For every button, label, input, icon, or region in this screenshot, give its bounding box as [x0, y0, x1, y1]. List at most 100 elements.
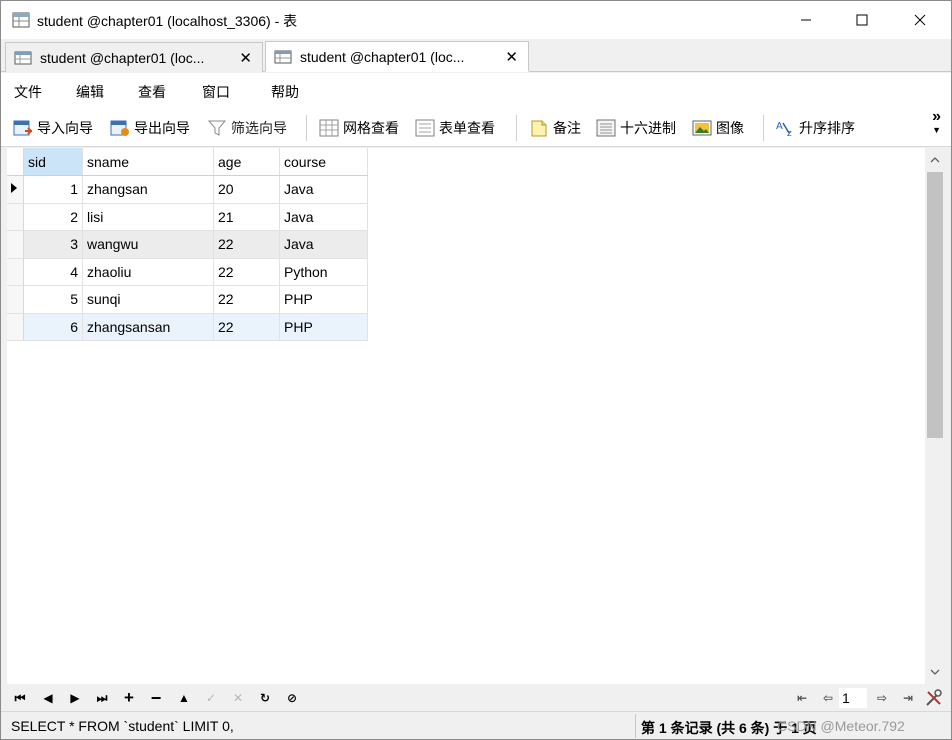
cell-age[interactable]: 22	[213, 230, 280, 259]
menu-help[interactable]: 帮助	[271, 82, 299, 102]
table-row[interactable]: 5 sunqi 22 PHP	[7, 285, 368, 314]
cell-sid[interactable]: 5	[23, 285, 83, 314]
edit-record-button[interactable]: ▲	[175, 689, 193, 707]
menu-file[interactable]: 文件	[14, 82, 42, 102]
row-indicator[interactable]	[7, 175, 24, 204]
chevron-right-icon: »	[932, 108, 941, 125]
grid-view-button[interactable]: 网格查看	[319, 117, 399, 139]
filter-icon	[207, 120, 227, 136]
table-row[interactable]: 6 zhangsansan 22 PHP	[7, 313, 368, 341]
cell-sname[interactable]: lisi	[82, 203, 214, 231]
import-wizard-button[interactable]: 导入向导	[13, 117, 93, 139]
scrollbar-thumb[interactable]	[927, 172, 943, 438]
cell-age[interactable]: 22	[213, 313, 280, 341]
status-bar: SELECT * FROM `student` LIMIT 0, 第 1 条记录…	[1, 711, 951, 739]
cell-sname[interactable]: wangwu	[82, 230, 214, 259]
scroll-up-button[interactable]	[925, 150, 945, 170]
cell-sid[interactable]: 1	[23, 175, 83, 204]
cell-age[interactable]: 22	[213, 258, 280, 286]
cell-sid[interactable]: 4	[23, 258, 83, 286]
cell-course[interactable]: PHP	[279, 285, 368, 314]
row-indicator[interactable]	[7, 230, 24, 259]
table-row[interactable]: 2 lisi 21 Java	[7, 203, 368, 231]
column-header-sid[interactable]: sid	[23, 148, 83, 176]
memo-icon	[531, 120, 547, 137]
next-record-button[interactable]: ▶	[66, 689, 84, 707]
data-grid[interactable]: sid sname age course 1 zhangsan 20 Java	[7, 148, 925, 684]
cell-sid[interactable]: 2	[23, 203, 83, 231]
table-row[interactable]: 1 zhangsan 20 Java	[7, 175, 368, 204]
apply-changes-button[interactable]: ✓	[202, 689, 220, 707]
close-tab-icon[interactable]: ✕	[505, 48, 518, 66]
cell-course[interactable]: Java	[279, 230, 368, 259]
cell-age[interactable]: 20	[213, 175, 280, 204]
previous-record-button[interactable]: ◀	[39, 689, 57, 707]
delete-record-button[interactable]: −	[147, 688, 165, 708]
next-record-icon: ▶	[70, 691, 80, 705]
watermark: CSDN @Meteor.792	[777, 718, 905, 734]
cell-age[interactable]: 22	[213, 285, 280, 314]
previous-page-button[interactable]: ⇦	[819, 689, 837, 707]
table-row[interactable]: 4 zhaoliu 22 Python	[7, 258, 368, 286]
tab-student-1[interactable]: student @chapter01 (loc... ✕	[5, 42, 263, 72]
table-row[interactable]: 3 wangwu 22 Java	[7, 230, 368, 259]
discard-changes-button[interactable]: ✕	[229, 689, 247, 707]
minimize-button[interactable]	[783, 1, 829, 39]
row-indicator[interactable]	[7, 285, 24, 314]
cell-sid[interactable]: 6	[23, 313, 83, 341]
sort-ascending-button[interactable]: A z 升序排序	[775, 117, 855, 139]
cell-sid[interactable]: 3	[23, 230, 83, 259]
cell-course[interactable]: PHP	[279, 313, 368, 341]
import-icon	[13, 120, 33, 136]
cell-age[interactable]: 21	[213, 203, 280, 231]
column-header-course[interactable]: course	[279, 148, 368, 176]
page-number-input[interactable]: 1	[839, 688, 867, 708]
first-page-button[interactable]: ⇤	[793, 689, 811, 707]
next-page-button[interactable]: ⇨	[873, 689, 891, 707]
column-header-age[interactable]: age	[213, 148, 280, 176]
row-indicator[interactable]	[7, 258, 24, 286]
toolbar-separator	[306, 115, 307, 141]
sort-ascending-label: 升序排序	[799, 120, 855, 136]
last-page-button[interactable]: ⇥	[899, 689, 917, 707]
add-record-button[interactable]: +	[120, 688, 138, 707]
close-tab-icon[interactable]: ✕	[239, 49, 252, 67]
cell-sname[interactable]: sunqi	[82, 285, 214, 314]
arrow-left-icon: ⇦	[822, 691, 834, 705]
cell-sname[interactable]: zhangsansan	[82, 313, 214, 341]
maximize-button[interactable]	[839, 1, 885, 39]
cell-sname[interactable]: zhaoliu	[82, 258, 214, 286]
menu-view[interactable]: 查看	[138, 82, 166, 102]
tab-label: student @chapter01 (loc...	[300, 48, 465, 65]
tab-student-2[interactable]: student @chapter01 (loc... ✕	[265, 41, 529, 72]
menu-window[interactable]: 窗口	[202, 82, 230, 102]
sort-ascending-icon: A z	[776, 121, 792, 137]
vertical-scrollbar[interactable]	[925, 148, 945, 684]
stop-button[interactable]: ⊘	[283, 689, 301, 707]
refresh-button[interactable]: ↻	[256, 689, 274, 707]
cell-course[interactable]: Python	[279, 258, 368, 286]
column-header-sname[interactable]: sname	[82, 148, 214, 176]
last-record-button[interactable]: ⏭	[93, 689, 111, 707]
image-button[interactable]: 图像	[692, 117, 744, 139]
toolbar-overflow-button[interactable]: » ▼	[932, 108, 941, 136]
form-view-button[interactable]: 表单查看	[415, 117, 495, 139]
svg-text:A: A	[776, 121, 783, 132]
grid-icon	[319, 119, 339, 137]
limit-settings-button[interactable]	[925, 689, 943, 707]
first-record-button[interactable]: ⏮	[11, 689, 29, 707]
row-indicator[interactable]	[7, 313, 24, 341]
chevron-up-icon	[930, 157, 940, 163]
cell-sname[interactable]: zhangsan	[82, 175, 214, 204]
cell-course[interactable]: Java	[279, 175, 368, 204]
plus-icon: +	[124, 688, 134, 707]
memo-button[interactable]: 备注	[529, 117, 581, 139]
row-indicator[interactable]	[7, 203, 24, 231]
close-button[interactable]	[897, 1, 943, 39]
cell-course[interactable]: Java	[279, 203, 368, 231]
filter-wizard-button[interactable]: 筛选向导	[207, 117, 287, 139]
hex-button[interactable]: 十六进制	[596, 117, 676, 139]
menu-edit[interactable]: 编辑	[76, 82, 104, 102]
scroll-down-button[interactable]	[925, 662, 945, 682]
export-wizard-button[interactable]: 导出向导	[110, 117, 190, 139]
